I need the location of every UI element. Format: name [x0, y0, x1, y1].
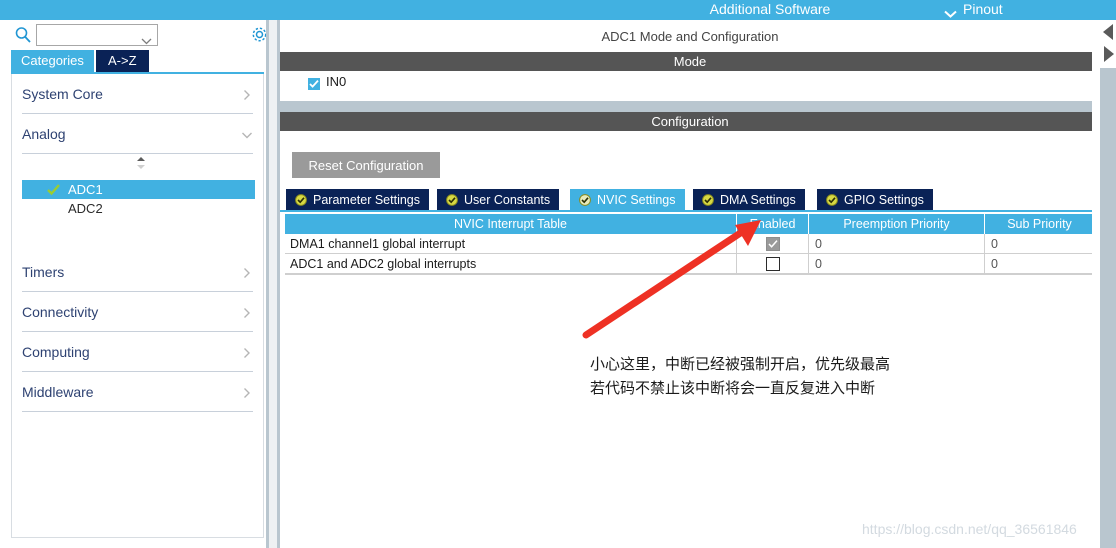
pinout-menu[interactable]: Pinout: [944, 1, 1003, 18]
panel-divider[interactable]: [266, 20, 280, 548]
cell-sub-priority[interactable]: 0: [985, 234, 1095, 254]
cell-preemption-priority[interactable]: 0: [809, 254, 985, 274]
table-header-row: NVIC Interrupt Table Enabled Preemption …: [285, 214, 1100, 234]
category-list: System Core Analog ADC1 ADC2 Timers Conn…: [11, 74, 264, 538]
tab-label: NVIC Settings: [597, 192, 676, 207]
sidebar-item-label: Timers: [22, 263, 65, 280]
annotation-line-2: 若代码不禁止该中断将会一直反复进入中断: [590, 379, 876, 397]
tab-categories[interactable]: Categories: [11, 50, 94, 72]
sidebar-item-label: Connectivity: [22, 303, 99, 320]
tab-label: Parameter Settings: [313, 192, 420, 207]
column-header-interrupt[interactable]: NVIC Interrupt Table: [285, 214, 737, 234]
annotation-text: 小心这里，中断已经被强制开启，优先级最高 若代码不禁止该中断将会一直反复进入中断: [590, 352, 1010, 400]
table-row[interactable]: ADC1 and ADC2 global interrupts 0 0: [285, 254, 1100, 274]
app-window: Additional Software Pinout Categories A-…: [0, 0, 1116, 548]
page-title: ADC1 Mode and Configuration: [280, 20, 1100, 52]
tab-dma-settings[interactable]: DMA Settings: [693, 189, 805, 210]
sidebar-item-middleware[interactable]: Middleware: [22, 372, 253, 412]
additional-software-menu[interactable]: Additional Software: [700, 1, 840, 17]
cell-interrupt-name: ADC1 and ADC2 global interrupts: [285, 254, 737, 274]
sidebar-item-adc2[interactable]: ADC2: [22, 199, 255, 218]
sidebar-item-connectivity[interactable]: Connectivity: [22, 292, 253, 332]
left-panel: Categories A->Z System Core Analog ADC1 …: [0, 20, 267, 548]
main-content: ADC1 Mode and Configuration Mode IN0 Con…: [280, 20, 1101, 548]
tab-label: DMA Settings: [720, 192, 796, 207]
status-ok-icon: [579, 193, 591, 206]
analog-children: ADC1 ADC2: [22, 154, 255, 252]
status-ok-icon: [295, 193, 307, 206]
chevron-down-icon[interactable]: [141, 32, 152, 45]
reset-configuration-button[interactable]: Reset Configuration: [292, 152, 440, 178]
table-bottom-border: [285, 274, 1100, 275]
sidebar-item-timers[interactable]: Timers: [22, 252, 253, 292]
sidebar-item-label: Computing: [22, 343, 90, 360]
top-toolbar: Additional Software Pinout: [0, 0, 1116, 20]
search-combobox[interactable]: [36, 24, 158, 46]
divider-inner: [269, 20, 277, 548]
chevron-down-icon: [241, 128, 253, 140]
configuration-section-header: Configuration: [280, 112, 1100, 131]
watermark: https://blog.csdn.net/qq_36561846: [862, 521, 1077, 537]
scroll-spinner-icon[interactable]: [134, 156, 148, 170]
pinout-label: Pinout: [963, 1, 1003, 17]
mode-section-header: Mode: [280, 52, 1100, 71]
chevron-down-icon: [944, 5, 957, 18]
sidebar-item-label: ADC2: [68, 201, 103, 216]
tab-label: User Constants: [464, 192, 551, 207]
mode-item-label: IN0: [326, 74, 347, 89]
sidebar-item-label: Analog: [22, 125, 66, 142]
tab-user-constants[interactable]: User Constants: [437, 189, 560, 210]
cell-enabled[interactable]: [737, 234, 809, 254]
configuration-tabs: Parameter Settings User Constants NVIC S…: [280, 189, 1100, 212]
status-ok-icon: [446, 193, 458, 206]
sidebar-item-analog[interactable]: Analog: [22, 114, 253, 154]
tab-gpio-settings[interactable]: GPIO Settings: [817, 189, 933, 210]
tab-nvic-settings[interactable]: NVIC Settings: [570, 189, 685, 210]
search-input[interactable]: [39, 26, 139, 44]
checkbox-enabled-adc[interactable]: [765, 256, 780, 271]
sidebar-item-system-core[interactable]: System Core: [22, 74, 253, 114]
column-header-preemption[interactable]: Preemption Priority: [809, 214, 985, 234]
sidebar-item-adc1[interactable]: ADC1: [22, 180, 255, 199]
checkbox-in0[interactable]: [308, 78, 320, 90]
cell-preemption-priority[interactable]: 0: [809, 234, 985, 254]
nvic-interrupt-table: NVIC Interrupt Table Enabled Preemption …: [285, 214, 1100, 274]
search-row: [0, 20, 267, 50]
left-panel-tabs: Categories A->Z: [0, 50, 266, 74]
scroll-arrow-group[interactable]: [1100, 22, 1116, 68]
status-ok-icon: [826, 193, 838, 206]
tabstrip-underline: [280, 210, 1100, 212]
column-header-enabled[interactable]: Enabled: [737, 214, 809, 234]
tab-a-to-z[interactable]: A->Z: [96, 50, 149, 72]
tab-parameter-settings[interactable]: Parameter Settings: [286, 189, 429, 210]
sidebar-item-label: ADC1: [68, 182, 103, 197]
section-separator: [280, 101, 1100, 112]
check-icon: [46, 182, 61, 197]
tab-label: GPIO Settings: [844, 192, 924, 207]
sidebar-item-computing[interactable]: Computing: [22, 332, 253, 372]
table-row[interactable]: DMA1 channel1 global interrupt 0 0: [285, 234, 1100, 254]
sidebar-item-label: System Core: [22, 85, 103, 102]
vertical-scrollbar[interactable]: [1100, 68, 1116, 548]
column-header-sub-priority[interactable]: Sub Priority: [985, 214, 1095, 234]
chevron-right-icon: [241, 346, 253, 358]
cell-interrupt-name: DMA1 channel1 global interrupt: [285, 234, 737, 254]
cell-sub-priority[interactable]: 0: [985, 254, 1095, 274]
chevron-right-icon: [241, 266, 253, 278]
checkbox-enabled-dma1: [765, 236, 780, 251]
status-ok-icon: [702, 193, 714, 206]
sidebar-item-label: Middleware: [22, 383, 94, 400]
mode-body: IN0: [280, 71, 1100, 101]
cell-enabled[interactable]: [737, 254, 809, 274]
annotation-line-1: 小心这里，中断已经被强制开启，优先级最高: [590, 355, 891, 373]
chevron-right-icon: [241, 306, 253, 318]
chevron-right-icon: [241, 386, 253, 398]
search-icon[interactable]: [14, 26, 32, 44]
chevron-right-icon: [241, 88, 253, 100]
content-right-edge: [1092, 20, 1100, 548]
